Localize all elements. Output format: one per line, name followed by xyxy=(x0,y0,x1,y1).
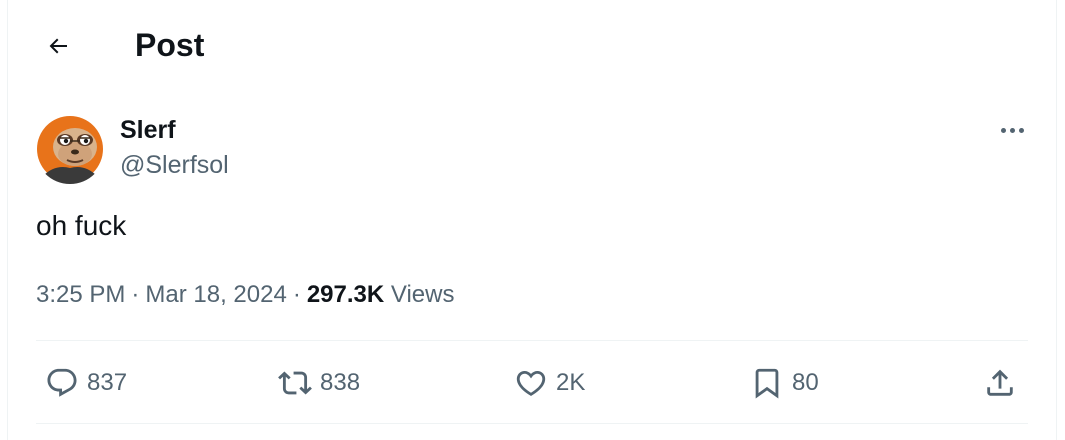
more-dot-icon xyxy=(1009,127,1015,133)
heart-icon xyxy=(516,370,546,396)
repost-icon xyxy=(278,371,312,395)
views-count: 297.3K xyxy=(306,281,385,308)
reply-icon xyxy=(47,368,77,397)
like-count: 2K xyxy=(556,369,586,396)
meta-separator: · xyxy=(292,281,301,308)
more-dot-icon xyxy=(1000,127,1006,133)
reply-button[interactable]: 837 xyxy=(45,364,127,402)
page-title: Post xyxy=(135,27,205,63)
meta-separator: · xyxy=(131,281,140,308)
more-options-button[interactable] xyxy=(990,115,1034,145)
share-button[interactable] xyxy=(983,364,1017,402)
bookmark-icon xyxy=(755,368,779,399)
post-text: oh fuck xyxy=(36,210,127,241)
sloth-avatar-icon xyxy=(35,114,105,184)
author-handle[interactable]: @Slerfsol xyxy=(120,150,229,180)
bookmark-button[interactable]: 80 xyxy=(750,364,819,402)
like-button[interactable]: 2K xyxy=(514,364,585,402)
more-dot-icon xyxy=(1018,127,1024,133)
author-display-name[interactable]: Slerf xyxy=(120,115,176,145)
repost-button[interactable]: 838 xyxy=(278,364,360,402)
divider xyxy=(36,423,1028,424)
post-date[interactable]: Mar 18, 2024 xyxy=(145,281,286,308)
avatar[interactable] xyxy=(35,114,105,184)
post-meta: 3:25 PM · Mar 18, 2024 · 297.3K Views xyxy=(36,280,454,310)
right-border xyxy=(1056,0,1057,440)
bookmark-count: 80 xyxy=(792,369,819,396)
back-button[interactable] xyxy=(38,26,78,66)
post-header: Post xyxy=(8,0,1056,88)
reply-count: 837 xyxy=(87,369,128,396)
views-label: Views xyxy=(390,281,455,308)
divider xyxy=(36,340,1028,341)
post-time[interactable]: 3:25 PM xyxy=(36,281,125,308)
share-icon xyxy=(987,369,1013,396)
arrow-left-icon xyxy=(49,38,67,54)
repost-count: 838 xyxy=(320,369,361,396)
